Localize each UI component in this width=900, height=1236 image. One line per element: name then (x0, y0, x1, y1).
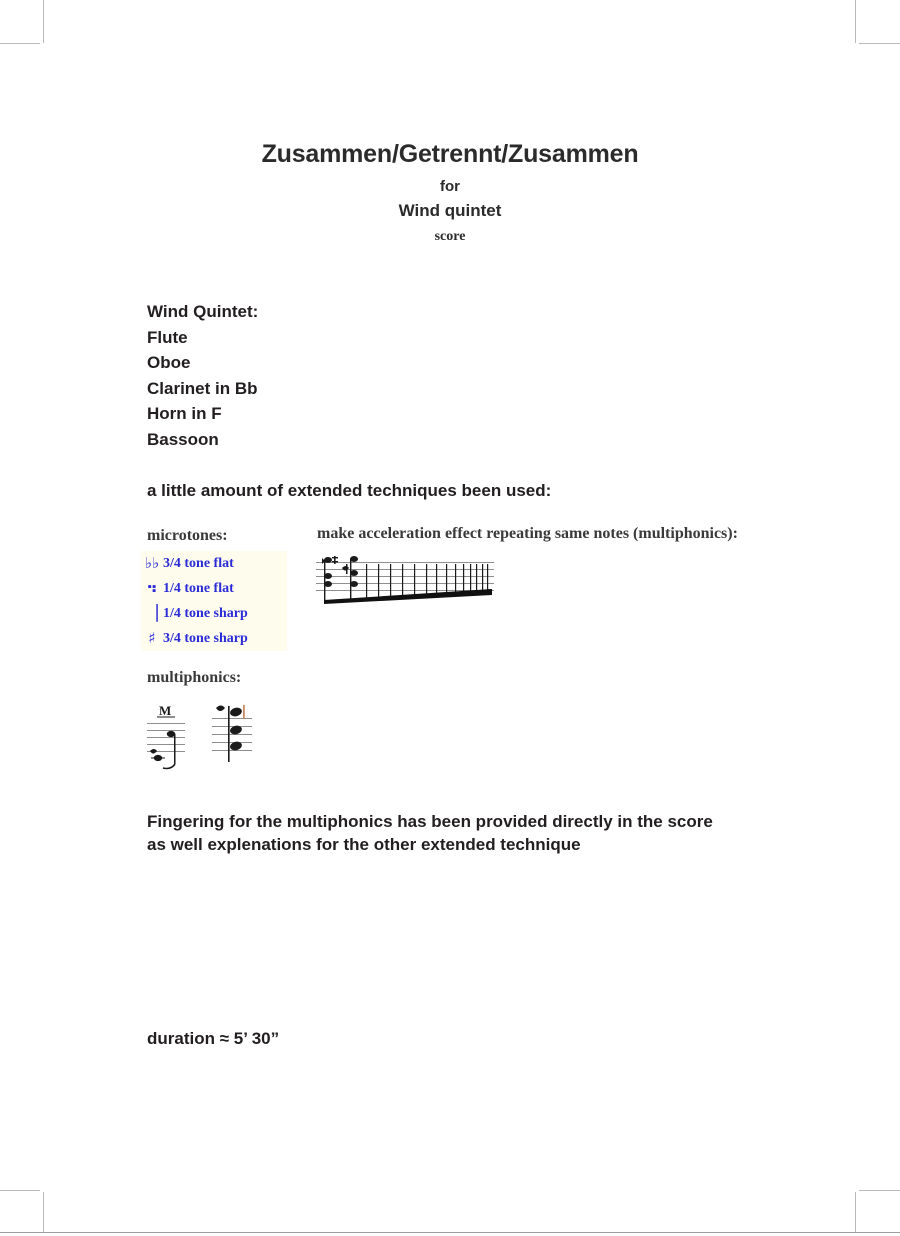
crop-mark-top-right-vertical (855, 0, 856, 43)
acceleration-staff (316, 556, 494, 604)
instrumentation-heading: Wind Quintet: (147, 302, 259, 321)
microtone-legend-row: ▕ 1/4 tone sharp (141, 601, 287, 626)
acceleration-notation-figure (316, 556, 494, 606)
multiphonic-marking-m: M (159, 703, 171, 718)
crop-mark-top-right-horizontal (859, 43, 900, 44)
multiphonic-notation-figure-2 (210, 700, 254, 772)
instrument-item-flute: Flute (147, 327, 188, 347)
closing-note: Fingering for the multiphonics has been … (147, 810, 713, 856)
multiphonic-notation-figure-1: M (145, 703, 187, 775)
microtone-legend-row: ⠲ 1/4 tone flat (141, 576, 287, 601)
crop-mark-top-left-horizontal (0, 43, 40, 44)
crop-mark-bottom-right-horizontal (859, 1190, 900, 1191)
score-front-matter-page: Zusammen/Getrennt/Zusammen for Wind quin… (0, 0, 900, 1236)
microtone-legend-label: 3/4 tone sharp (163, 630, 248, 646)
microtones-heading: microtones: (147, 527, 228, 544)
multiphonics-heading: multiphonics: (147, 669, 242, 686)
acceleration-heading: make acceleration effect repeating same … (317, 525, 738, 542)
page-bottom-rule (0, 1232, 900, 1233)
instrumentation-list: Wind Quintet: Flute Oboe Clarinet in Bb … (147, 299, 258, 453)
three-quarter-tone-flat-icon: ♭♭ (144, 554, 160, 572)
crop-mark-bottom-left-horizontal (0, 1190, 40, 1191)
crop-mark-bottom-right-vertical (855, 1192, 856, 1232)
closing-note-line-2: as well explenations for the other exten… (147, 835, 581, 854)
instrument-item-bassoon: Bassoon (147, 429, 219, 449)
crop-mark-bottom-left-vertical (43, 1192, 44, 1232)
multiphonic-staff-2 (212, 705, 252, 762)
microtone-legend: ♭♭ 3/4 tone flat ⠲ 1/4 tone flat ▕ 1/4 t… (141, 551, 287, 651)
three-quarter-tone-sharp-icon: ♯ (148, 629, 156, 647)
microtone-legend-label: 1/4 tone flat (163, 580, 234, 596)
microtone-legend-row: ♯ 3/4 tone sharp (141, 626, 287, 651)
instrument-item-horn: Horn in F (147, 404, 222, 424)
quarter-tone-flat-icon: ⠲ (146, 579, 158, 597)
crop-mark-top-left-vertical (43, 0, 44, 43)
duration-text: duration ≈ 5’ 30” (147, 1029, 280, 1048)
microtone-legend-label: 3/4 tone flat (163, 555, 234, 571)
title-ensemble: Wind quintet (398, 200, 502, 220)
microtone-legend-label: 1/4 tone sharp (163, 605, 248, 621)
closing-note-line-1: Fingering for the multiphonics has been … (147, 812, 713, 831)
instrument-item-oboe: Oboe (147, 353, 191, 373)
title-for-label: for (440, 177, 460, 195)
quarter-tone-sharp-icon: ▕ (146, 604, 158, 622)
instrument-item-clarinet: Clarinet in Bb (147, 378, 258, 398)
page-title: Zusammen/Getrennt/Zusammen (261, 140, 639, 168)
title-doc-type: score (434, 228, 466, 244)
title-block: Zusammen/Getrennt/Zusammen for Wind quin… (0, 140, 900, 245)
extended-techniques-intro: a little amount of extended techniques b… (147, 481, 552, 500)
multiphonic-staff-1: M (147, 703, 185, 770)
microtone-legend-row: ♭♭ 3/4 tone flat (141, 551, 287, 576)
